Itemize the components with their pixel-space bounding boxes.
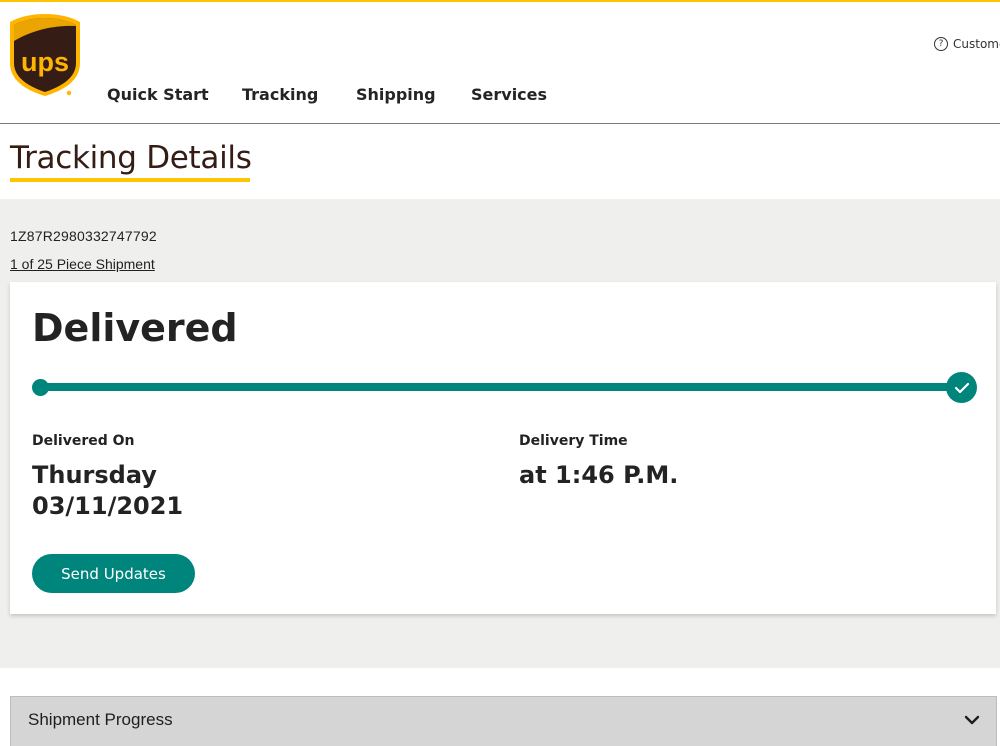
delivered-date: 03/11/2021 xyxy=(32,492,184,520)
ups-shield-icon: ups xyxy=(10,14,80,96)
chevron-down-icon xyxy=(964,715,980,725)
tracking-number: 1Z87R2980332747792 xyxy=(10,228,157,244)
progress-track xyxy=(40,383,960,391)
accordion-label: Shipment Progress xyxy=(28,710,173,729)
question-circle-icon: ? xyxy=(934,37,948,51)
delivery-status: Delivered xyxy=(32,306,238,350)
nav-services[interactable]: Services xyxy=(471,85,547,104)
ups-logo[interactable]: ups xyxy=(9,13,81,97)
progress-start-dot xyxy=(32,379,49,396)
site-header: ups Quick Start Tracking Shipping Servic… xyxy=(0,2,1000,124)
svg-text:ups: ups xyxy=(21,47,69,77)
checkmark-icon xyxy=(954,382,969,393)
customer-service-label: Custome xyxy=(953,37,1000,51)
send-updates-button[interactable]: Send Updates xyxy=(32,554,195,593)
nav-tracking[interactable]: Tracking xyxy=(242,85,318,104)
delivered-on-label: Delivered On xyxy=(32,433,135,449)
progress-end-marker xyxy=(946,372,977,403)
page-title: Tracking Details xyxy=(10,140,252,176)
delivery-status-card: Delivered Delivered On Thursday 03/11/20… xyxy=(10,282,996,614)
nav-quick-start[interactable]: Quick Start xyxy=(107,85,209,104)
page-title-block: Tracking Details xyxy=(10,140,252,182)
title-underline xyxy=(10,178,250,182)
delivered-day: Thursday xyxy=(32,461,157,489)
delivery-time: at 1:46 P.M. xyxy=(519,461,679,489)
shipment-progress-accordion[interactable]: Shipment Progress xyxy=(10,696,997,746)
piece-shipment-link[interactable]: 1 of 25 Piece Shipment xyxy=(10,256,155,272)
delivery-time-label: Delivery Time xyxy=(519,433,628,449)
nav-shipping[interactable]: Shipping xyxy=(356,85,436,104)
customer-service-link[interactable]: ? Custome xyxy=(934,37,1000,51)
delivery-progress-bar xyxy=(32,372,982,403)
